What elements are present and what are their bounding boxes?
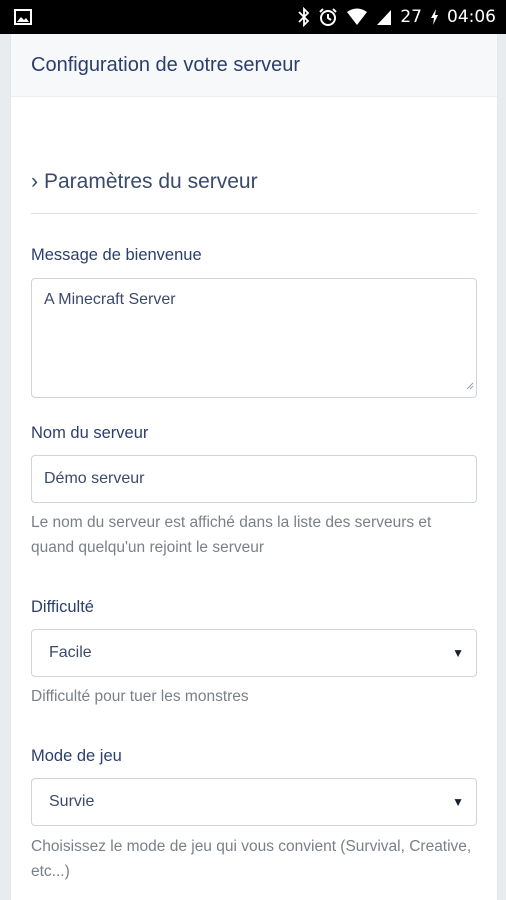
signal-icon [376, 8, 392, 26]
card-title: Configuration de votre serveur [31, 53, 301, 76]
server-name-help: Le nom du serveur est affiché dans la li… [31, 514, 432, 556]
clock: 04:06 [447, 7, 496, 27]
wifi-icon [346, 8, 368, 26]
server-name-label: Nom du serveur [31, 424, 149, 442]
chevron-right-icon: › [31, 170, 38, 193]
difficulty-value: Facile [49, 644, 92, 661]
bluetooth-icon [298, 7, 310, 27]
server-settings-section-toggle[interactable]: › Paramètres du serveur [31, 170, 258, 194]
battery-level: 27 [400, 7, 422, 27]
status-bar: 27 04:06 [0, 0, 506, 34]
difficulty-select[interactable]: Facile ▼ [31, 629, 477, 677]
section-divider [31, 213, 477, 214]
difficulty-help: Difficulté pour tuer les monstres [31, 688, 249, 705]
game-mode-select[interactable]: Survie ▼ [31, 778, 477, 826]
battery-charging-icon [430, 9, 439, 25]
dropdown-caret-icon: ▼ [452, 795, 464, 809]
server-name-value: Démo serveur [44, 470, 145, 487]
section-title: Paramètres du serveur [44, 170, 258, 193]
alarm-icon [318, 7, 338, 27]
game-mode-value: Survie [49, 793, 95, 810]
welcome-message-value: A Minecraft Server [44, 291, 176, 308]
image-icon [14, 9, 32, 25]
server-config-card: Configuration de votre serveur › Paramèt… [10, 34, 498, 900]
game-mode-label: Mode de jeu [31, 747, 122, 765]
welcome-message-label: Message de bienvenue [31, 246, 202, 264]
welcome-message-textarea[interactable]: A Minecraft Server [31, 278, 477, 398]
difficulty-label: Difficulté [31, 598, 94, 616]
dropdown-caret-icon: ▼ [452, 646, 464, 660]
resize-grip-icon[interactable] [466, 377, 474, 395]
game-mode-help: Choisissez le mode de jeu qui vous convi… [31, 838, 472, 880]
server-name-input[interactable]: Démo serveur [31, 455, 477, 503]
card-header: Configuration de votre serveur [11, 34, 497, 97]
